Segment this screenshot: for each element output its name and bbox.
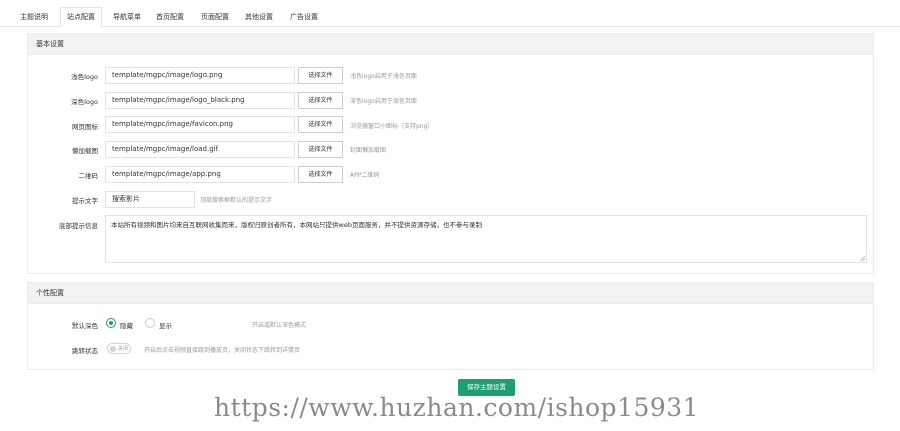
lazyload-image-hint: 封面懒加载图	[350, 147, 387, 154]
light-logo-label: 浅色logo	[71, 73, 98, 81]
light-logo-input[interactable]: template/mgpc/image/logo.png	[105, 67, 295, 84]
footer-notice-text: 本站所有视频和图片均来自互联网收集而来，版权归原创者所有，本网站只提供web页面…	[111, 221, 482, 229]
favicon-hint: 浏览器窗口小图标（支持png）	[350, 123, 434, 130]
dark-show-radio[interactable]	[145, 318, 155, 328]
resize-handle-icon[interactable]	[859, 255, 865, 261]
dark-logo-choose-button[interactable]: 选择文件	[298, 92, 343, 109]
qrcode-input[interactable]: template/mgpc/image/app.png	[105, 166, 295, 183]
footer-notice-label: 底部提示信息	[59, 222, 98, 230]
tab-theme-intro[interactable]: 主题说明	[14, 8, 54, 27]
tab-site-config[interactable]: 站点配置	[60, 7, 102, 27]
search-prompt-label: 提示文字	[72, 197, 98, 205]
tab-other-settings[interactable]: 其他设置	[239, 8, 279, 27]
jump-status-switch[interactable]: 关闭	[107, 343, 131, 354]
lazyload-image-input[interactable]: template/mgpc/image/load.gif	[105, 141, 295, 158]
favicon-label: 网页图标	[72, 123, 98, 131]
default-dark-hint: 开启或默认深色模式	[252, 322, 307, 329]
switch-state-text: 关闭	[118, 346, 129, 352]
tab-home-config[interactable]: 首页配置	[150, 8, 190, 27]
personal-settings-panel: 个性配置	[27, 282, 874, 370]
footer-notice-textarea[interactable]: 本站所有视频和图片均来自互联网收集而来，版权归原创者所有，本网站只提供web页面…	[105, 215, 867, 263]
tab-page-config[interactable]: 页面配置	[195, 8, 235, 27]
qrcode-hint: APP二维码	[350, 172, 380, 179]
search-prompt-hint: 顶部搜索框默认的提示文字	[200, 197, 273, 204]
qrcode-label: 二维码	[78, 172, 99, 180]
tab-bar: 主题说明 站点配置 导航菜单 首页配置 页面配置 其他设置 广告设置	[0, 0, 900, 27]
favicon-input[interactable]: template/mgpc/image/favicon.png	[105, 116, 295, 133]
switch-knob	[110, 346, 116, 352]
dark-logo-hint: 深色logo启用于深色页面	[350, 98, 417, 105]
watermark-text: https://www.huzhan.com/ishop15931	[214, 393, 700, 422]
tab-ad-settings[interactable]: 广告设置	[284, 8, 324, 27]
jump-status-label: 跳转状态	[72, 347, 98, 355]
default-dark-label: 默认深色	[72, 322, 98, 330]
personal-settings-title: 个性配置	[28, 283, 873, 304]
dark-logo-label: 深色logo	[71, 98, 98, 106]
jump-status-hint: 开启后点击视频直接跳到播放页，关闭状态下跳转到详情页	[144, 347, 301, 354]
light-logo-choose-button[interactable]: 选择文件	[298, 67, 343, 84]
dark-hide-radio[interactable]	[106, 318, 116, 328]
qrcode-choose-button[interactable]: 选择文件	[298, 166, 343, 183]
dark-hide-label[interactable]: 隐藏	[120, 320, 133, 330]
lazyload-image-label: 懒加载图	[72, 147, 98, 155]
dark-logo-input[interactable]: template/mgpc/image/logo_black.png	[105, 92, 295, 109]
light-logo-hint: 浅色logo启用于浅色页面	[350, 73, 417, 80]
dark-show-label[interactable]: 显示	[159, 320, 172, 330]
lazyload-image-choose-button[interactable]: 选择文件	[298, 141, 343, 158]
favicon-choose-button[interactable]: 选择文件	[298, 116, 343, 133]
basic-settings-title: 基本设置	[28, 34, 873, 55]
search-prompt-input[interactable]: 搜索影片	[105, 191, 195, 208]
tab-nav-menu[interactable]: 导航菜单	[107, 8, 147, 27]
